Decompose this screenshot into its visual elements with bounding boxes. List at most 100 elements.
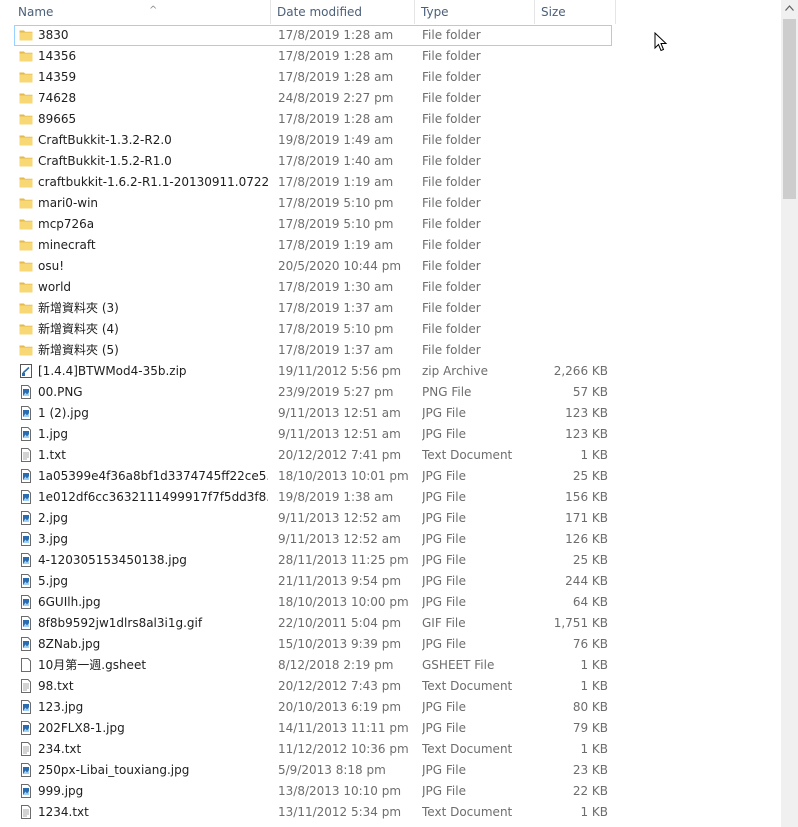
vertical-scrollbar[interactable] <box>781 0 798 827</box>
file-row[interactable]: mcp726a 17/8/2019 5:10 pm File folder <box>0 214 781 235</box>
file-row[interactable]: 5.jpg 21/11/2013 9:54 pm JPG File 244 KB <box>0 571 781 592</box>
file-row[interactable]: [1.4.4]BTWMod4-35b.zip 19/11/2012 5:56 pm… <box>0 361 781 382</box>
chevron-up-icon[interactable] <box>781 0 798 17</box>
file-type: File folder <box>422 280 481 294</box>
image-file-icon <box>19 406 33 420</box>
file-row[interactable]: 250px-Libai_touxiang.jpg 5/9/2013 8:18 pm… <box>0 760 781 781</box>
file-date-modified: 19/11/2012 5:56 pm <box>278 364 402 378</box>
file-row[interactable]: 1a05399e4f36a8bf1d3374745ff22ce5.jpg 18/1… <box>0 466 781 487</box>
column-header-size-label: Size <box>541 5 566 19</box>
image-file-icon <box>19 490 33 504</box>
file-name: 00.PNG <box>38 385 83 399</box>
file-row[interactable]: 1.txt 20/12/2012 7:41 pm Text Document 1 KB <box>0 445 781 466</box>
file-date-modified: 18/10/2013 10:01 pm <box>278 469 409 483</box>
folder-icon <box>19 70 33 84</box>
file-name: 4-120305153450138.jpg <box>38 553 187 567</box>
file-row[interactable]: 1234.txt 13/11/2012 5:34 pm Text Document 1… <box>0 802 781 823</box>
file-row[interactable]: 8ZNab.jpg 15/10/2013 9:39 pm JPG File 76 KB <box>0 634 781 655</box>
file-size <box>540 46 608 67</box>
file-row[interactable]: 4-120305153450138.jpg 28/11/2013 11:25 pm… <box>0 550 781 571</box>
file-name: mari0-win <box>38 196 99 210</box>
file-name: 89665 <box>38 112 77 126</box>
folder-icon <box>19 259 33 273</box>
file-size <box>540 340 608 361</box>
file-date-modified: 13/11/2012 5:34 pm <box>278 805 402 819</box>
file-row[interactable]: 1 (2).jpg 9/11/2013 12:51 am JPG File 123 K… <box>0 403 781 424</box>
file-row[interactable]: CraftBukkit-1.3.2-R2.0 19/8/2019 1:49 am F… <box>0 130 781 151</box>
file-name: 202FLX8-1.jpg <box>38 721 125 735</box>
folder-icon <box>19 238 33 252</box>
file-name: 8ZNab.jpg <box>38 637 101 651</box>
image-file-icon <box>19 385 33 399</box>
file-row[interactable]: osu! 20/5/2020 10:44 pm File folder <box>0 256 781 277</box>
file-date-modified: 17/8/2019 5:10 pm <box>278 217 394 231</box>
file-row[interactable]: 14359 17/8/2019 1:28 am File folder <box>0 67 781 88</box>
file-row[interactable]: mari0-win 17/8/2019 5:10 pm File folder <box>0 193 781 214</box>
file-name: 2.jpg <box>38 511 69 525</box>
file-date-modified: 28/11/2013 11:25 pm <box>278 553 409 567</box>
file-row[interactable]: craftbukkit-1.6.2-R1.1-20130911.072217-2… <box>0 172 781 193</box>
file-row[interactable]: 新增資料夾 (5) 17/8/2019 1:37 am File folder <box>0 340 781 361</box>
file-date-modified: 17/8/2019 1:37 am <box>278 301 394 315</box>
file-name: 10月第一週.gsheet <box>38 658 147 672</box>
file-type: Text Document <box>422 679 513 693</box>
image-file-icon <box>19 763 33 777</box>
column-header-name[interactable]: Name ^ <box>12 0 271 24</box>
file-row[interactable]: 74628 24/8/2019 2:27 pm File folder <box>0 88 781 109</box>
file-name: 3830 <box>38 28 69 42</box>
file-row[interactable]: 202FLX8-1.jpg 14/11/2013 11:11 pm JPG File… <box>0 718 781 739</box>
file-type: JPG File <box>422 427 466 441</box>
file-row[interactable]: 新增資料夾 (4) 17/8/2019 5:10 pm File folder <box>0 319 781 340</box>
column-header-type[interactable]: Type <box>415 0 535 24</box>
file-row[interactable]: world 17/8/2019 1:30 am File folder <box>0 277 781 298</box>
file-name: 123.jpg <box>38 700 84 714</box>
file-type: File folder <box>422 112 481 126</box>
file-type: Text Document <box>422 448 513 462</box>
file-row[interactable]: 00.PNG 23/9/2019 5:27 pm PNG File 57 KB <box>0 382 781 403</box>
file-row[interactable]: 3.jpg 9/11/2013 12:52 am JPG File 126 KB <box>0 529 781 550</box>
file-date-modified: 17/8/2019 1:28 am <box>278 112 394 126</box>
column-header-date-modified[interactable]: Date modified <box>271 0 415 24</box>
file-row[interactable]: 2.jpg 9/11/2013 12:52 am JPG File 171 KB <box>0 508 781 529</box>
column-header-row: Name ^ Date modified Type Size <box>0 0 781 24</box>
file-date-modified: 17/8/2019 1:19 am <box>278 175 394 189</box>
folder-icon <box>19 175 33 189</box>
file-size: 25 KB <box>572 469 608 483</box>
file-date-modified: 13/8/2013 10:10 pm <box>278 784 402 798</box>
column-header-size[interactable]: Size <box>535 0 616 24</box>
file-row[interactable]: CraftBukkit-1.5.2-R1.0 17/8/2019 1:40 am F… <box>0 151 781 172</box>
file-name: 6GUIlh.jpg <box>38 595 101 609</box>
file-date-modified: 17/8/2019 1:30 am <box>278 280 394 294</box>
folder-icon <box>19 112 33 126</box>
file-type: File folder <box>422 70 481 84</box>
file-row[interactable]: 234.txt 11/12/2012 10:36 pm Text Document 1… <box>0 739 781 760</box>
file-row[interactable]: 6GUIlh.jpg 18/10/2013 10:00 pm JPG File 64 … <box>0 592 781 613</box>
mouse-cursor-icon <box>654 31 668 52</box>
file-date-modified: 19/8/2019 1:38 am <box>278 490 394 504</box>
file-date-modified: 23/9/2019 5:27 pm <box>278 385 394 399</box>
image-file-icon <box>19 511 33 525</box>
image-file-icon <box>19 595 33 609</box>
file-row[interactable]: minecraft 17/8/2019 1:19 am File folder <box>0 235 781 256</box>
file-row[interactable]: 123.jpg 20/10/2013 6:19 pm JPG File 80 KB <box>0 697 781 718</box>
file-row[interactable]: 98.txt 20/12/2012 7:43 pm Text Document 1 K… <box>0 676 781 697</box>
folder-icon <box>19 133 33 147</box>
file-name: mcp726a <box>38 217 95 231</box>
file-row[interactable]: 89665 17/8/2019 1:28 am File folder <box>0 109 781 130</box>
file-name: 5.jpg <box>38 574 69 588</box>
file-type: Text Document <box>422 805 513 819</box>
file-row[interactable]: 8f8b9592jw1dlrs8al3i1g.gif 22/10/2011 5:0… <box>0 613 781 634</box>
file-size <box>540 67 608 88</box>
scrollbar-thumb[interactable] <box>783 19 796 199</box>
image-file-icon <box>19 574 33 588</box>
file-size <box>540 256 608 277</box>
file-row[interactable]: 1e012df6cc3632111499917f7f5dd3f8.jpg 19/8… <box>0 487 781 508</box>
file-row[interactable]: 999.jpg 13/8/2013 10:10 pm JPG File 22 KB <box>0 781 781 802</box>
column-header-name-label: Name <box>18 5 54 19</box>
image-file-icon <box>19 721 33 735</box>
file-row[interactable]: 新增資料夾 (3) 17/8/2019 1:37 am File folder <box>0 298 781 319</box>
file-row[interactable]: 1.jpg 9/11/2013 12:51 am JPG File 123 KB <box>0 424 781 445</box>
file-date-modified: 11/12/2012 10:36 pm <box>278 742 409 756</box>
file-row[interactable]: 10月第一週.gsheet 8/12/2018 2:19 pm GSHEET Fil… <box>0 655 781 676</box>
file-size <box>540 25 608 46</box>
